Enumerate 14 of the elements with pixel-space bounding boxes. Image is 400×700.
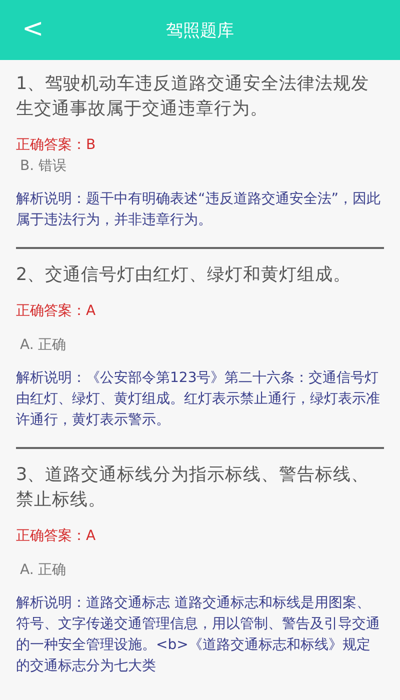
question-text: 1、驾驶机动车违反道路交通安全法律法规发生交通事故属于交通违章行为。 [16, 73, 370, 121]
explanation-text: 解析说明：道路交通标志 道路交通标志和标线是用图案、符号、文字传递交通管理信息，用以管制、警告及引导交通的一种安全管理设施。<b>《道路交通标志和标线》规定的交通标志分为七大类 [16, 594, 381, 676]
question-text: 3、道路交通标线分为指示标线、警告标线、禁止标线。 [16, 464, 370, 512]
back-button[interactable]: < [16, 12, 50, 46]
correct-answer: 正确答案：A [16, 527, 97, 545]
explanation-text: 解析说明：《公安部令第123号》第二十六条：交通信号灯由红灯、绿灯、黄灯组成。红灯表示禁止通行，绿灯表示准许通行，黄灯表示警示。 [16, 369, 381, 430]
page-title: 驾照题库 [166, 20, 234, 42]
answer-option: A. 正确 [16, 336, 384, 354]
answer-option: B. 错误 [16, 157, 384, 175]
answer-option: A. 正确 [16, 561, 384, 579]
explanation-text: 解析说明：题干中有明确表述“违反道路交通安全法”，因此属于违法行为，并非违章行为。 [16, 190, 382, 230]
correct-answer: 正确答案：B [16, 136, 97, 154]
correct-answer: 正确答案：A [16, 302, 97, 320]
question-text: 2、交通信号灯由红灯、绿灯和黄灯组成。 [16, 264, 352, 287]
